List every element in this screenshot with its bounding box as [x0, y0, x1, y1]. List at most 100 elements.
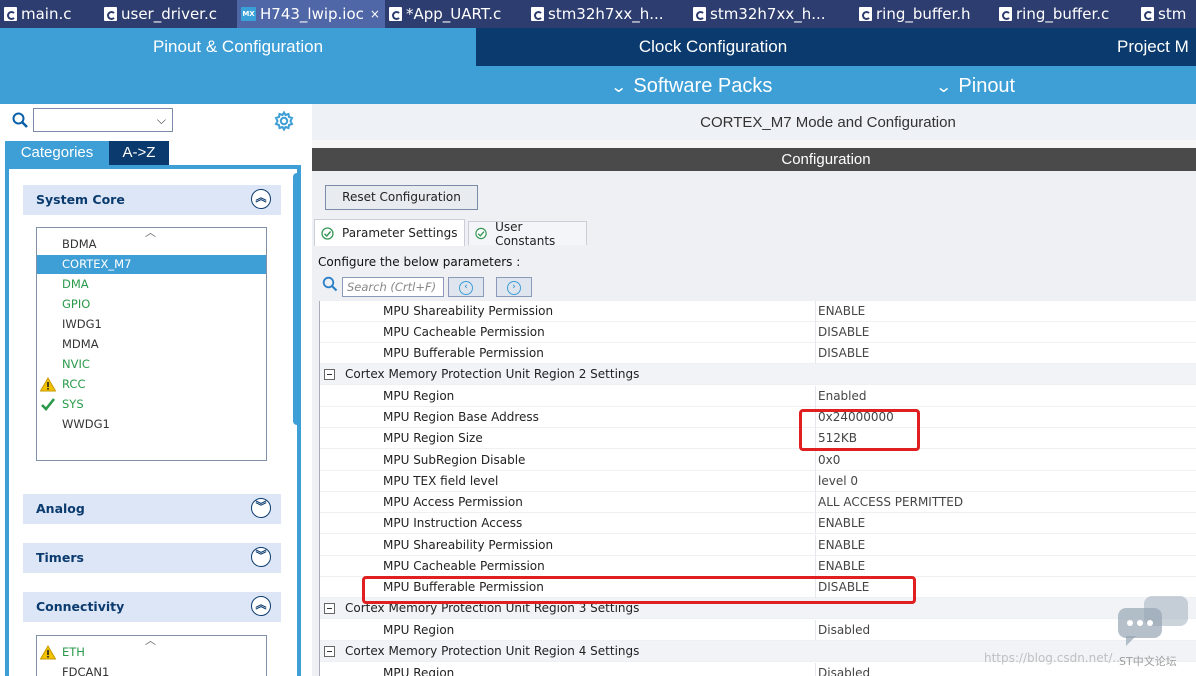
az-toggle[interactable]: A->Z: [109, 141, 169, 165]
parameter-value[interactable]: ENABLE: [818, 559, 865, 573]
parameter-row[interactable]: MPU Instruction Access ENABLE: [320, 513, 1196, 534]
parameter-value[interactable]: Disabled: [818, 666, 870, 676]
file-tab[interactable]: stm: [1137, 0, 1196, 28]
software-packs-menu[interactable]: ⌄ Software Packs: [610, 66, 772, 104]
parameter-row[interactable]: MPU SubRegion Disable 0x0: [320, 450, 1196, 471]
c-file-icon: [104, 7, 117, 21]
categories-panel: ⌵ Categories A->Z System Core ︽ ︿ BDMA CO…: [0, 104, 312, 676]
tab-pinout-configuration[interactable]: Pinout & Configuration: [0, 28, 476, 66]
watermark-badge: ST中文论坛: [1119, 655, 1177, 668]
parameter-value[interactable]: DISABLE: [818, 346, 869, 360]
file-tab[interactable]: *App_UART.c: [385, 0, 527, 28]
file-tab[interactable]: main.c: [0, 0, 100, 28]
search-next-button[interactable]: ›: [496, 277, 532, 297]
section-row[interactable]: Cortex Memory Protection Unit Region 2 S…: [320, 364, 1196, 385]
parameter-row[interactable]: MPU Region Disabled: [320, 620, 1196, 641]
parameter-row[interactable]: MPU Shareability Permission ENABLE: [320, 535, 1196, 556]
parameter-value[interactable]: ENABLE: [818, 516, 865, 530]
parameter-row[interactable]: MPU Region Enabled: [320, 386, 1196, 407]
file-tab[interactable]: ring_buffer.h: [855, 0, 995, 28]
parameter-name: MPU SubRegion Disable: [383, 453, 526, 467]
peripheral-item[interactable]: CORTEX_M7: [37, 255, 266, 274]
peripheral-item[interactable]: RCC: [37, 375, 266, 394]
parameter-value[interactable]: ENABLE: [818, 538, 865, 552]
tab-user-constants[interactable]: User Constants: [468, 220, 587, 248]
category-connectivity[interactable]: Connectivity ︽: [23, 592, 281, 622]
reset-configuration-button[interactable]: Reset Configuration: [325, 185, 478, 210]
collapse-box-icon[interactable]: [324, 603, 335, 614]
parameter-row[interactable]: MPU Cacheable Permission DISABLE: [320, 322, 1196, 343]
file-tab[interactable]: ring_buffer.c: [995, 0, 1137, 28]
tab-clock-configuration[interactable]: Clock Configuration: [478, 28, 948, 66]
tab-parameter-settings[interactable]: Parameter Settings: [314, 219, 465, 246]
collapse-box-icon[interactable]: [324, 646, 335, 657]
c-file-icon: [531, 7, 544, 21]
column-divider: [815, 620, 816, 641]
peripheral-item[interactable]: IWDG1: [37, 315, 266, 334]
file-tab-label: H743_lwip.ioc: [260, 5, 364, 23]
parameter-name: MPU Region: [383, 666, 455, 676]
parameter-row[interactable]: MPU Bufferable Permission DISABLE: [320, 343, 1196, 364]
file-tab[interactable]: stm32h7xx_h...: [527, 0, 689, 28]
close-icon[interactable]: ×: [370, 7, 380, 21]
category-system-core[interactable]: System Core ︽: [23, 185, 281, 215]
column-divider: [815, 471, 816, 492]
category-label: Connectivity: [36, 599, 125, 614]
parameter-row[interactable]: MPU Shareability Permission ENABLE: [320, 301, 1196, 322]
parameter-row[interactable]: MPU Region Size 512KB: [320, 428, 1196, 449]
peripheral-item[interactable]: ETH: [37, 643, 266, 662]
parameter-value[interactable]: 0x0: [818, 453, 840, 467]
search-previous-button[interactable]: ‹: [448, 277, 484, 297]
collapse-icon[interactable]: ︽: [251, 596, 271, 616]
parameter-name: MPU Region Size: [383, 431, 483, 445]
c-file-icon: [1141, 7, 1154, 21]
peripheral-item[interactable]: GPIO: [37, 295, 266, 314]
collapse-icon[interactable]: ︽: [251, 189, 271, 209]
parameter-value[interactable]: ENABLE: [818, 304, 865, 318]
peripheral-item[interactable]: FDCAN1: [37, 663, 266, 676]
peripheral-label: ETH: [62, 645, 85, 659]
search-combo[interactable]: ⌵: [33, 108, 173, 132]
peripheral-item[interactable]: DMA: [37, 275, 266, 294]
file-tab[interactable]: user_driver.c: [100, 0, 237, 28]
parameter-row[interactable]: MPU Cacheable Permission ENABLE: [320, 556, 1196, 577]
peripheral-item[interactable]: BDMA: [37, 235, 266, 254]
configuration-bar: Configuration: [312, 148, 1196, 171]
peripheral-item[interactable]: NVIC: [37, 355, 266, 374]
categories-toggle[interactable]: Categories: [5, 141, 109, 165]
category-timers[interactable]: Timers ︾: [23, 543, 281, 573]
pinout-menu[interactable]: ⌄ Pinout: [935, 66, 1015, 104]
search-icon: [322, 276, 338, 292]
parameter-row[interactable]: MPU Access Permission ALL ACCESS PERMITTE…: [320, 492, 1196, 513]
file-tab[interactable]: MX H743_lwip.ioc ×: [237, 0, 385, 28]
c-file-icon: [4, 7, 17, 21]
parameter-value[interactable]: ALL ACCESS PERMITTED: [818, 495, 963, 509]
parameter-value[interactable]: Disabled: [818, 623, 870, 637]
expand-icon[interactable]: ︾: [251, 498, 271, 518]
scrollbar[interactable]: [293, 173, 301, 425]
parameter-value[interactable]: level 0: [818, 474, 858, 488]
tab-project-manager[interactable]: Project M: [950, 28, 1196, 66]
peripheral-item[interactable]: MDMA: [37, 335, 266, 354]
parameter-row[interactable]: MPU TEX field level level 0: [320, 471, 1196, 492]
parameter-value[interactable]: Enabled: [818, 389, 867, 403]
peripheral-item[interactable]: SYS: [37, 395, 266, 414]
category-analog[interactable]: Analog ︾: [23, 494, 281, 524]
parameter-row[interactable]: MPU Region Base Address 0x24000000: [320, 407, 1196, 428]
collapse-box-icon[interactable]: [324, 369, 335, 380]
file-tab[interactable]: stm32h7xx_h...: [689, 0, 855, 28]
parameter-name: MPU Region: [383, 623, 455, 637]
category-label: System Core: [36, 192, 125, 207]
parameter-search-input[interactable]: Search (Crtl+F): [342, 277, 444, 297]
peripheral-item[interactable]: WWDG1: [37, 415, 266, 434]
chevron-down-icon: ⌵: [156, 113, 166, 127]
search-icon[interactable]: [12, 112, 28, 128]
peripheral-label: IWDG1: [62, 317, 102, 331]
file-tab-label: stm32h7xx_h...: [548, 5, 664, 23]
expand-icon[interactable]: ︾: [251, 547, 271, 567]
parameter-tabs: Parameter Settings User Constants: [312, 219, 1196, 248]
check-circle-icon: [321, 226, 334, 240]
gear-icon[interactable]: [273, 110, 295, 132]
parameter-value[interactable]: DISABLE: [818, 325, 869, 339]
tab-label: Parameter Settings: [342, 226, 458, 240]
